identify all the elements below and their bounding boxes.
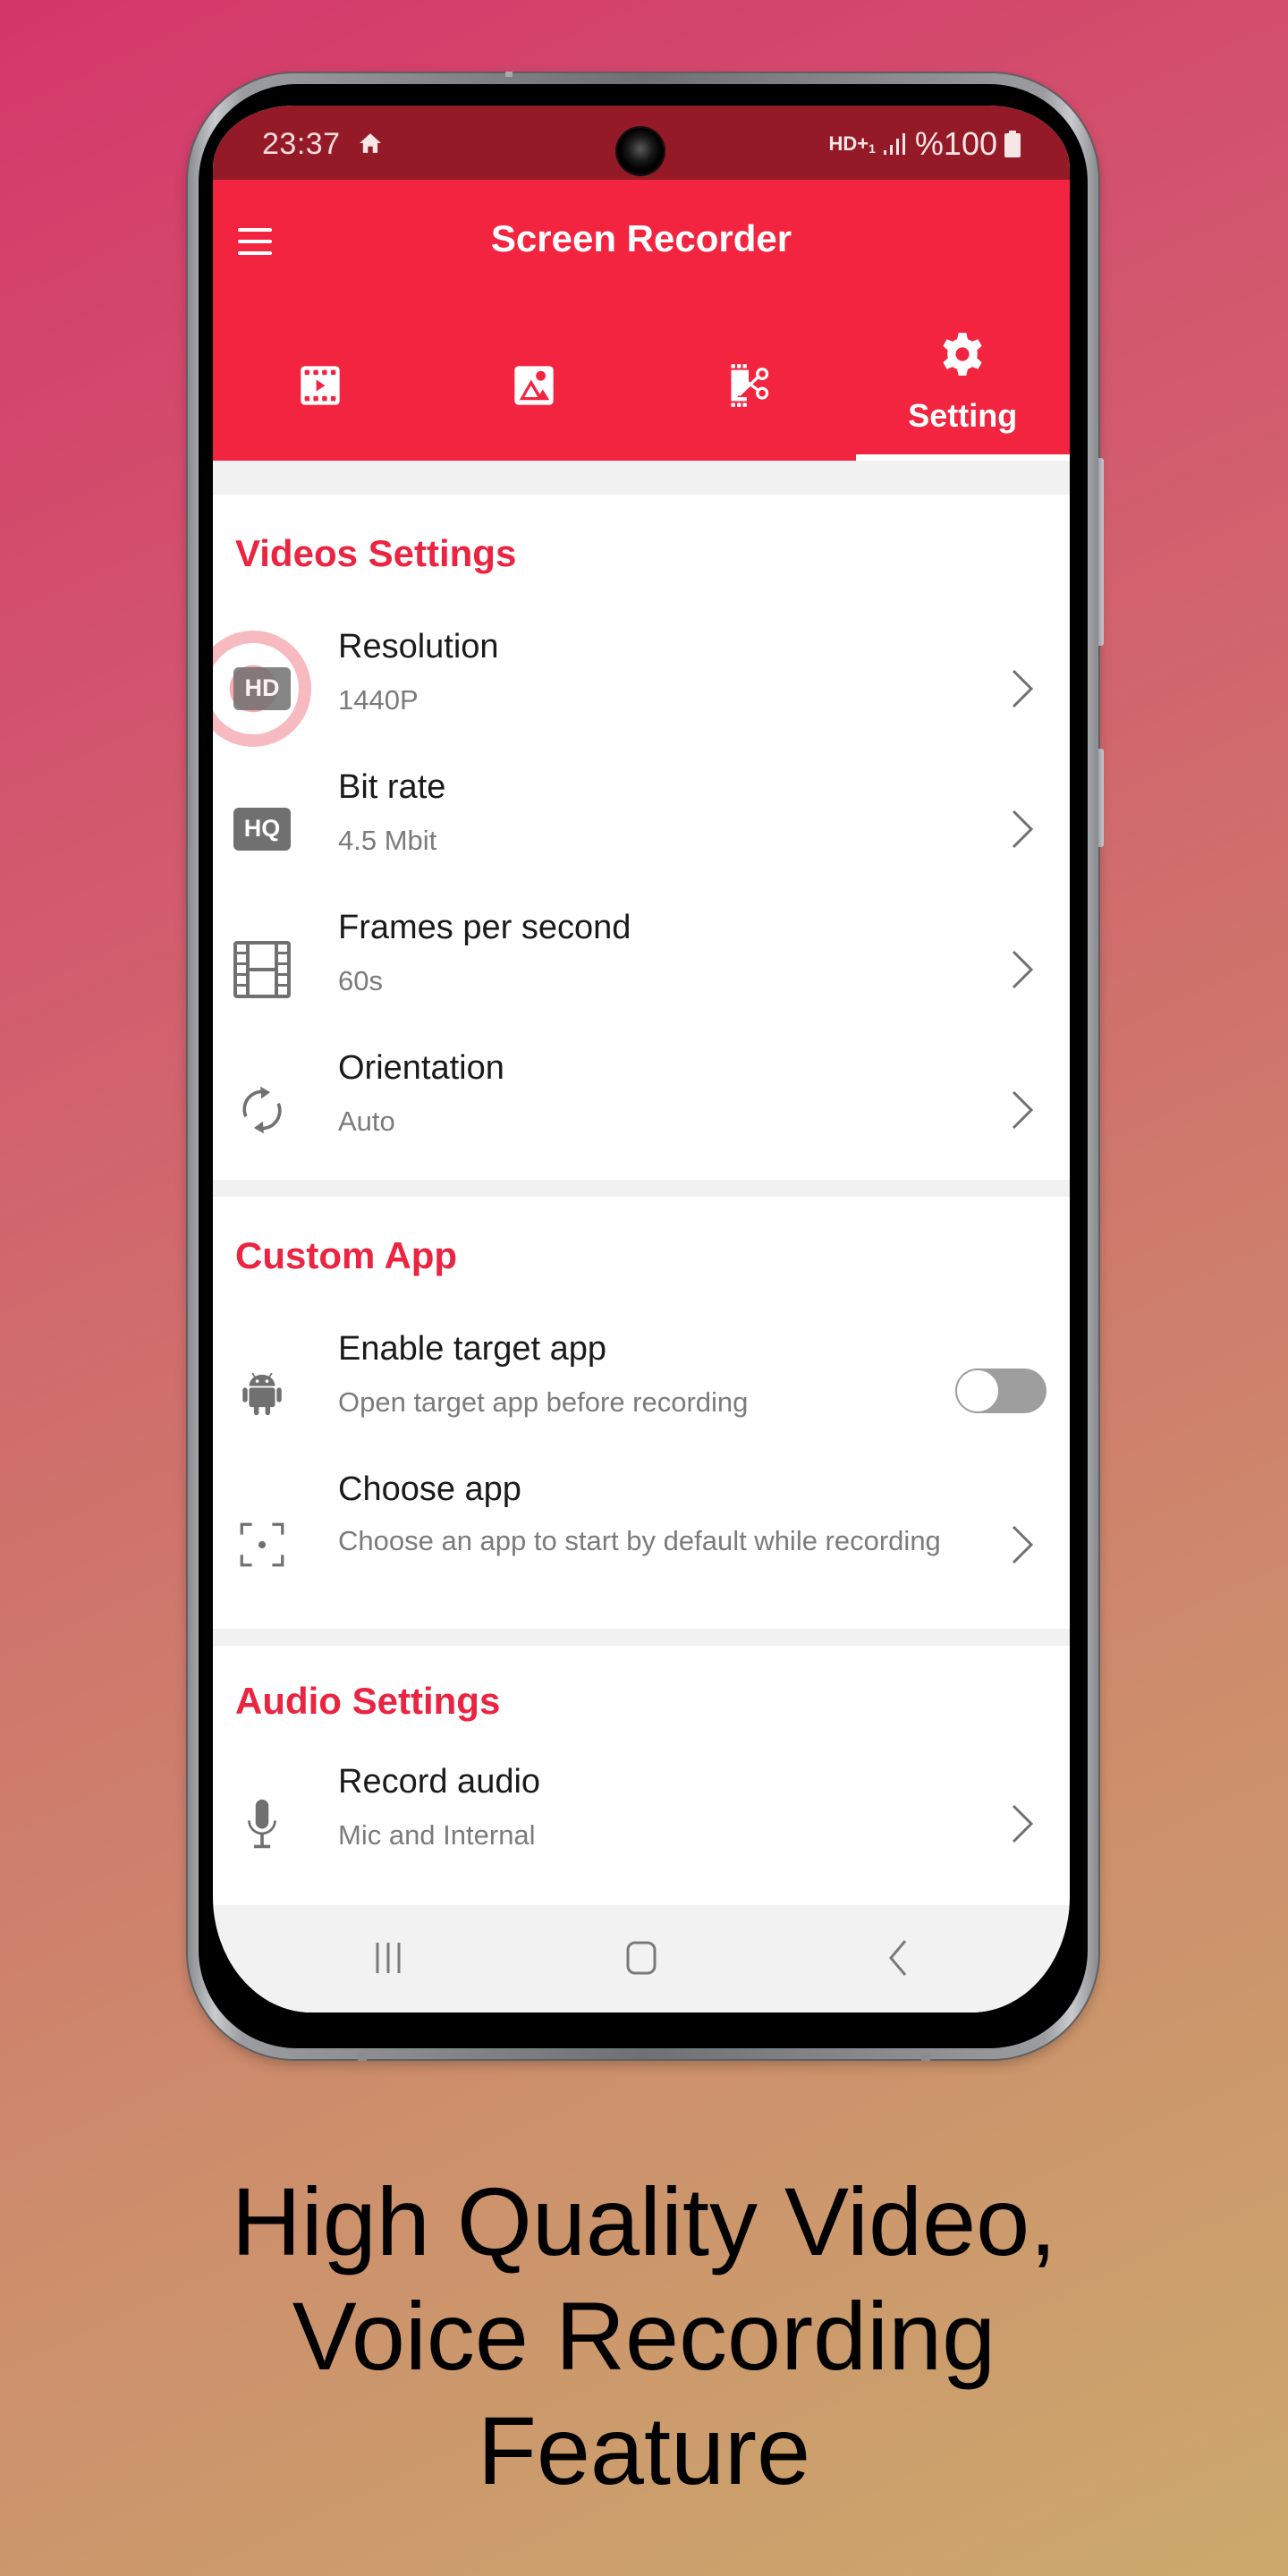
app-bar: Screen Recorder Setting [213, 180, 1070, 461]
settings-list: Videos Settings HD Resolution 1440P HQ B… [213, 461, 1070, 1894]
chevron-right-icon [1012, 1090, 1034, 1129]
frame-antenna-line [358, 2054, 367, 2061]
gear-icon [943, 332, 982, 376]
setting-enable-target-app[interactable]: Enable target app Open target app before… [213, 1320, 1070, 1461]
app-title: Screen Recorder [490, 217, 792, 259]
home-icon [360, 133, 381, 153]
frame-antenna-line [921, 2054, 930, 2061]
tab-images[interactable] [428, 309, 642, 461]
network-type: HD+1 [828, 132, 876, 156]
section-title-custom-app: Custom App [235, 1234, 458, 1276]
setting-title: Record audio [338, 1763, 541, 1801]
system-nav-bar [213, 1905, 1070, 2012]
film-strip-icon [233, 940, 291, 998]
chevron-right-icon [1012, 809, 1034, 848]
chevron-right-icon [1012, 950, 1034, 988]
section-title-videos: Videos Settings [235, 532, 517, 574]
hd-icon: HD [233, 666, 291, 710]
setting-title: Frames per second [338, 909, 631, 946]
volume-button [1098, 458, 1104, 646]
tab-videos[interactable] [213, 309, 428, 461]
setting-value: 4.5 Mbit [338, 824, 437, 856]
tab-bar: Setting [213, 309, 1070, 461]
battery-full-icon [1004, 131, 1021, 157]
tab-settings-label: Setting [908, 396, 1018, 434]
status-bar: 23:37 HD+1 %100 [213, 106, 1070, 180]
active-tab-indicator [855, 454, 1070, 461]
setting-description: Choose an app to start by default while … [338, 1524, 941, 1556]
setting-value: 60s [338, 964, 383, 996]
chevron-right-icon [1012, 1525, 1034, 1564]
setting-description: Open target app before recording [338, 1385, 749, 1418]
signal-icon [883, 133, 905, 155]
home-button-icon[interactable] [619, 1936, 664, 1980]
section-divider [213, 461, 1070, 495]
section-title-audio: Audio Settings [235, 1680, 501, 1722]
status-time: 23:37 [262, 127, 341, 161]
setting-orientation[interactable]: Orientation Auto [213, 1039, 1070, 1180]
microphone-icon [248, 1799, 276, 1848]
setting-bit-rate[interactable]: HQ Bit rate 4.5 Mbit [213, 758, 1070, 899]
battery-percent: %100 [914, 125, 997, 162]
focus-frame-icon [240, 1522, 284, 1567]
setting-title: Enable target app [338, 1330, 607, 1368]
setting-title: Orientation [338, 1049, 504, 1087]
frame-antenna-line [505, 72, 513, 77]
enable-target-app-toggle[interactable] [955, 1368, 1046, 1413]
caption-line: Feature [477, 2396, 811, 2504]
setting-value: Mic and Internal [338, 1818, 536, 1851]
tab-video-editor[interactable] [641, 309, 856, 461]
recent-apps-icon[interactable] [367, 1936, 411, 1980]
section-divider [213, 1180, 1070, 1197]
image-icon [514, 365, 554, 405]
setting-value: Auto [338, 1105, 395, 1137]
video-file-icon [301, 365, 340, 405]
android-icon [242, 1372, 282, 1415]
setting-choose-app[interactable]: Choose app Choose an app to start by def… [213, 1461, 1070, 1629]
chevron-right-icon [1012, 669, 1034, 708]
setting-resolution[interactable]: HD Resolution 1440P [213, 618, 1070, 758]
setting-title: Choose app [338, 1470, 521, 1508]
setting-title: Bit rate [338, 768, 446, 806]
setting-title: Resolution [338, 628, 499, 665]
setting-value: 1440P [338, 683, 419, 716]
tab-settings[interactable]: Setting [855, 309, 1070, 461]
power-button [1098, 749, 1104, 847]
caption-line: High Quality Video, [231, 2167, 1057, 2275]
chevron-right-icon [1012, 1804, 1034, 1843]
caption-line: Voice Recording [292, 2282, 996, 2390]
back-icon[interactable] [875, 1936, 919, 1980]
setting-record-audio[interactable]: Record audio Mic and Internal [213, 1753, 1070, 1894]
promo-caption: High Quality Video, Voice Recording Feat… [0, 2165, 1288, 2508]
rotate-icon [242, 1086, 282, 1133]
status-indicators: HD+1 %100 [829, 125, 1021, 163]
video-cut-icon [731, 363, 768, 407]
hq-icon: HQ [233, 807, 291, 851]
setting-frames-per-second[interactable]: Frames per second 60s [213, 899, 1070, 1039]
section-divider [213, 1629, 1070, 1646]
front-camera [617, 128, 664, 174]
toggle-knob [955, 1368, 1000, 1413]
phone-screen: 23:37 HD+1 %100 Screen Recorder Setting … [213, 106, 1070, 2012]
